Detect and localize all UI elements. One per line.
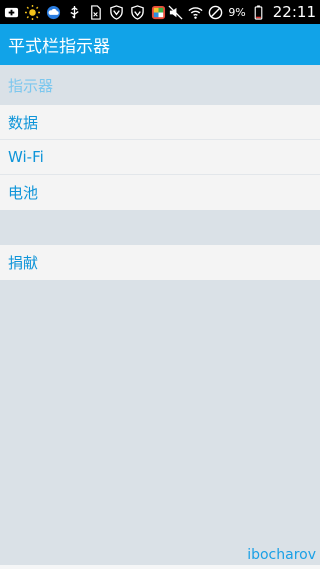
author-credit: ibocharov — [247, 547, 316, 563]
bottom-strip — [0, 565, 320, 569]
status-left — [4, 4, 166, 20]
sd-card-icon — [88, 4, 103, 20]
status-bar: 9% 22:11 — [0, 0, 320, 24]
app-icon — [151, 5, 166, 20]
list-item-battery[interactable]: 电池 — [0, 175, 320, 210]
battery-icon — [251, 4, 266, 20]
cloud-icon — [46, 5, 61, 20]
no-sim-icon — [208, 5, 223, 20]
status-right: 9% 22:11 — [168, 3, 316, 21]
list-item-label: 电池 — [8, 184, 39, 202]
section-header-indicators: 指示器 — [0, 65, 320, 105]
usb-icon — [67, 5, 82, 20]
list-item-label: Wi-Fi — [8, 148, 44, 166]
section-header-label: 指示器 — [8, 76, 54, 95]
wifi-icon — [188, 5, 203, 20]
sun-icon — [25, 4, 40, 20]
list-item-label: 捐献 — [8, 254, 39, 272]
shield-check-icon — [130, 4, 145, 20]
add-notification-icon — [4, 5, 19, 20]
status-time: 22:11 — [272, 3, 316, 21]
app-bar: 平式栏指示器 — [0, 24, 320, 65]
shield-icon — [109, 4, 124, 20]
page-title: 平式栏指示器 — [8, 37, 110, 57]
battery-percent: 9% — [228, 5, 246, 19]
mute-icon — [168, 4, 183, 20]
list-item-data[interactable]: 数据 — [0, 105, 320, 140]
list-item-label: 数据 — [8, 113, 39, 132]
settings-list: 指示器 数据 Wi-Fi 电池 捐献 — [0, 65, 320, 280]
list-item-donate[interactable]: 捐献 — [0, 245, 320, 280]
list-item-wifi[interactable]: Wi-Fi — [0, 140, 320, 175]
